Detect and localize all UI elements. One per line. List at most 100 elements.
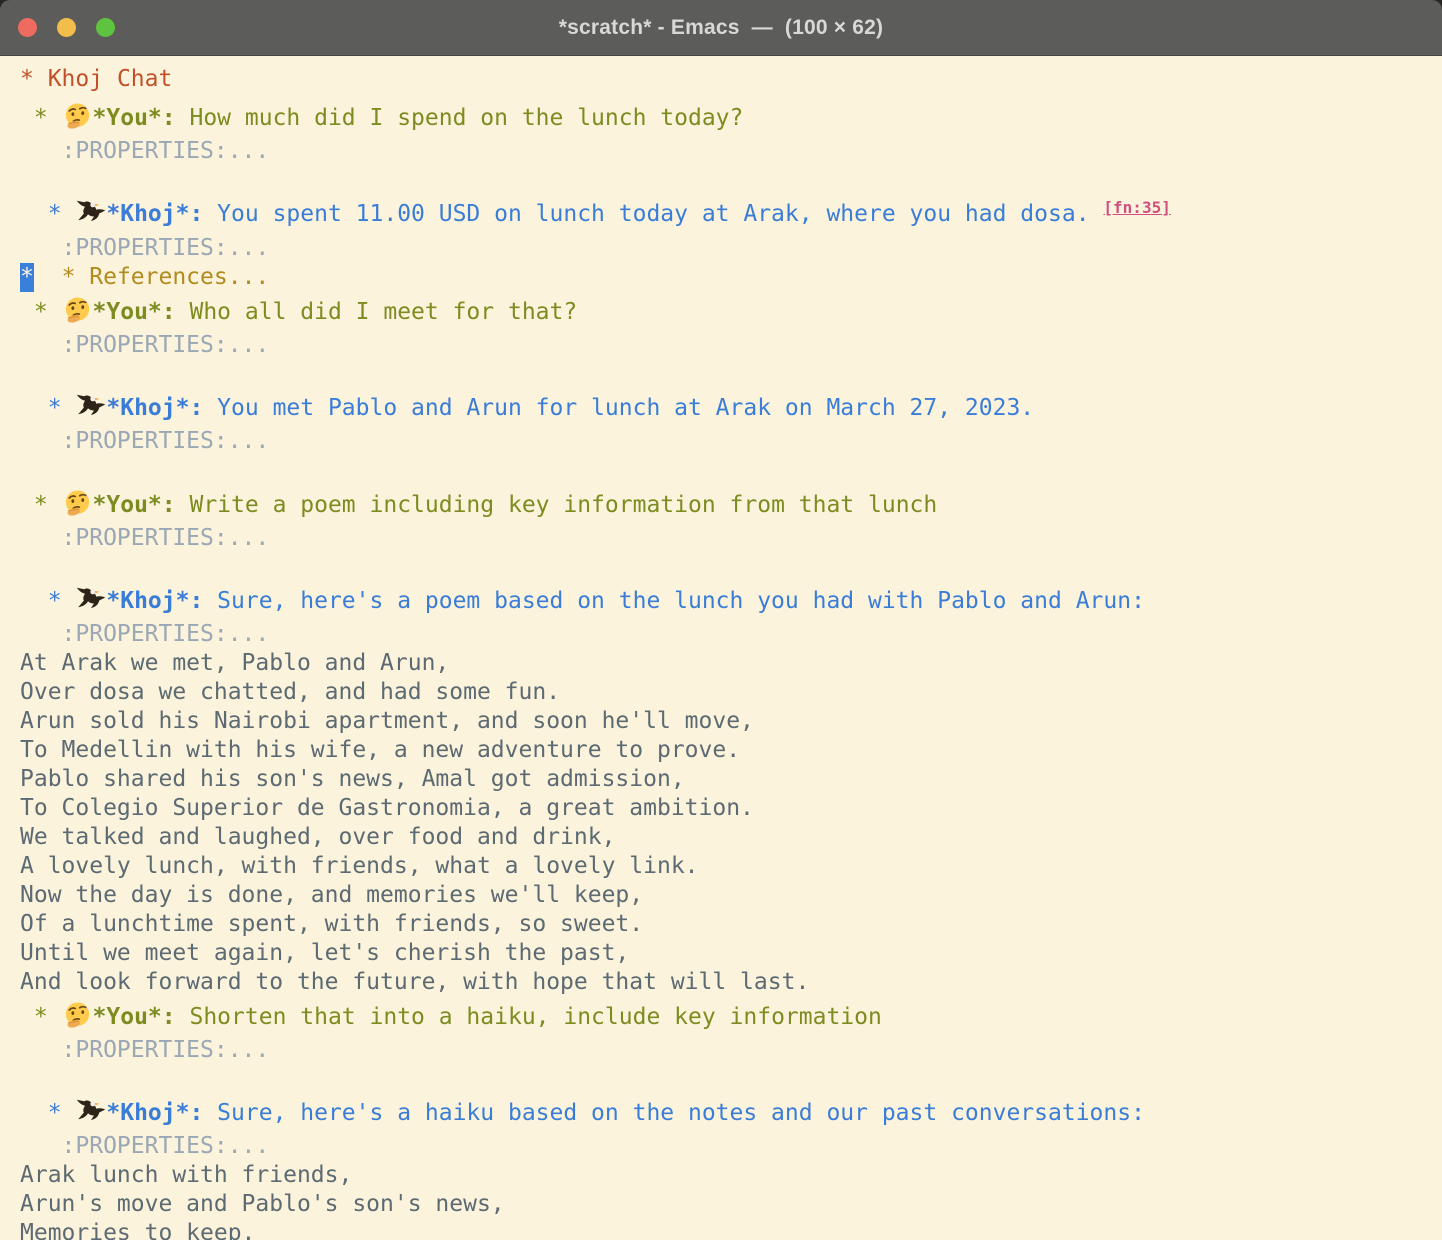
fold-star[interactable]: * <box>20 66 48 92</box>
message-text: How much did I spend on the lunch today? <box>176 105 744 131</box>
poem-text: Over dosa we chatted, and had some fun. <box>20 679 560 705</box>
poem-line: Over dosa we chatted, and had some fun. <box>20 678 1442 707</box>
poem-line: Of a lunchtime spent, with friends, so s… <box>20 910 1442 939</box>
blank-line <box>20 553 1442 582</box>
window-titlebar[interactable]: *scratch* - Emacs — (100 × 62) <box>0 0 1442 56</box>
speaker-label: *You*: <box>93 1004 176 1030</box>
speaker-label: *You*: <box>93 299 176 325</box>
haiku-line: Arak lunch with friends, <box>20 1161 1442 1190</box>
drawer-label[interactable]: :PROPERTIES:... <box>20 235 269 261</box>
poem-line: Now the day is done, and memories we'll … <box>20 881 1442 910</box>
drawer-label[interactable]: :PROPERTIES:... <box>20 525 269 551</box>
poem-text: Arun sold his Nairobi apartment, and soo… <box>20 708 754 734</box>
poem-text: To Medellin with his wife, a new adventu… <box>20 737 740 763</box>
message-text: Sure, here's a haiku based on the notes … <box>203 1100 1145 1126</box>
buffer[interactable]: * Khoj Chat * *You*: How much did I spen… <box>0 56 1442 1240</box>
blank-line <box>20 1065 1442 1094</box>
poem-text: Until we meet again, let's cherish the p… <box>20 940 629 966</box>
chat-message-khoj: * *Khoj*: Sure, here's a haiku based on … <box>20 1094 1442 1132</box>
message-text: You spent 11.00 USD on lunch today at Ar… <box>203 201 1089 227</box>
cursor-block: * <box>20 263 34 292</box>
speaker-label: *Khoj*: <box>106 1100 203 1126</box>
drawer-label[interactable]: :PROPERTIES:... <box>20 621 269 647</box>
poem-text: We talked and laughed, over food and dri… <box>20 824 615 850</box>
text-segment <box>20 1066 34 1092</box>
speaker-label: *Khoj*: <box>106 395 203 421</box>
fold-star[interactable]: * <box>20 201 75 227</box>
drawer-label[interactable]: :PROPERTIES:... <box>20 1037 269 1063</box>
speaker-label: *Khoj*: <box>106 588 203 614</box>
chat-message-you: * *You*: Write a poem including key info… <box>20 485 1442 524</box>
thinking-face-emoji <box>62 1001 93 1032</box>
properties-drawer: :PROPERTIES:... <box>20 524 1442 553</box>
speaker-label: *You*: <box>93 105 176 131</box>
poem-line: To Colegio Superior de Gastronomia, a gr… <box>20 794 1442 823</box>
blank-line <box>20 166 1442 195</box>
haiku-text: Arak lunch with friends, <box>20 1162 352 1188</box>
poem-text: To Colegio Superior de Gastronomia, a gr… <box>20 795 754 821</box>
fold-star[interactable]: * <box>20 1004 62 1030</box>
drawer-label[interactable]: :PROPERTIES:... <box>20 428 269 454</box>
poem-line: Until we meet again, let's cherish the p… <box>20 939 1442 968</box>
message-text: Sure, here's a poem based on the lunch y… <box>203 588 1145 614</box>
traffic-light-buttons <box>0 0 115 55</box>
blank-line <box>20 456 1442 485</box>
properties-drawer: :PROPERTIES:... <box>20 331 1442 360</box>
eagle-emoji <box>75 586 106 616</box>
chat-message-khoj: * *Khoj*: You spent 11.00 USD on lunch t… <box>20 195 1442 234</box>
chat-message-you: * *You*: How much did I spend on the lun… <box>20 98 1442 137</box>
poem-line: Pablo shared his son's news, Amal got ad… <box>20 765 1442 794</box>
fold-star[interactable]: * <box>20 299 62 325</box>
text-segment <box>20 554 34 580</box>
poem-text: Pablo shared his son's news, Amal got ad… <box>20 766 685 792</box>
properties-drawer: :PROPERTIES:... <box>20 620 1442 649</box>
properties-drawer: :PROPERTIES:... <box>20 1036 1442 1065</box>
drawer-label[interactable]: :PROPERTIES:... <box>20 1133 269 1159</box>
fold-star[interactable]: * <box>20 395 75 421</box>
text-segment <box>20 457 34 483</box>
poem-line: And look forward to the future, with hop… <box>20 968 1442 997</box>
message-text: Write a poem including key information f… <box>176 492 938 518</box>
poem-text: And look forward to the future, with hop… <box>20 969 809 995</box>
thinking-face-emoji <box>62 102 93 133</box>
zoom-button[interactable] <box>96 18 115 37</box>
properties-drawer: :PROPERTIES:... <box>20 234 1442 263</box>
blank-line <box>20 360 1442 389</box>
references-label[interactable]: * References... <box>62 264 270 290</box>
poem-text: Of a lunchtime spent, with friends, so s… <box>20 911 643 937</box>
speaker-label: *Khoj*: <box>106 201 203 227</box>
emacs-window: *scratch* - Emacs — (100 × 62) * Khoj Ch… <box>0 0 1442 1240</box>
drawer-label[interactable]: :PROPERTIES:... <box>20 332 269 358</box>
eagle-emoji <box>75 393 106 423</box>
chat-message-khoj: * *Khoj*: Sure, here's a poem based on t… <box>20 582 1442 620</box>
thinking-face-emoji <box>62 296 93 327</box>
text-segment <box>34 264 62 290</box>
window-title: *scratch* - Emacs — (100 × 62) <box>559 16 884 40</box>
fold-star[interactable]: * <box>20 588 75 614</box>
minimize-button[interactable] <box>57 18 76 37</box>
references-heading: * * References... <box>20 263 1442 292</box>
poem-text: Now the day is done, and memories we'll … <box>20 882 643 908</box>
properties-drawer: :PROPERTIES:... <box>20 1132 1442 1161</box>
message-text: Who all did I meet for that? <box>176 299 578 325</box>
close-button[interactable] <box>18 18 37 37</box>
poem-text: A lovely lunch, with friends, what a lov… <box>20 853 699 879</box>
text-segment <box>20 361 34 387</box>
poem-line: A lovely lunch, with friends, what a lov… <box>20 852 1442 881</box>
fold-star[interactable]: * <box>20 492 62 518</box>
footnote-link[interactable]: [fn:35] <box>1103 198 1170 217</box>
eagle-emoji <box>75 199 106 229</box>
haiku-line: Arun's move and Pablo's son's news, <box>20 1190 1442 1219</box>
fold-star[interactable]: * <box>20 105 62 131</box>
chat-message-khoj: * *Khoj*: You met Pablo and Arun for lun… <box>20 389 1442 427</box>
heading-title: Khoj Chat <box>48 66 173 92</box>
eagle-emoji <box>75 1098 106 1128</box>
chat-message-you: * *You*: Shorten that into a haiku, incl… <box>20 997 1442 1036</box>
properties-drawer: :PROPERTIES:... <box>20 427 1442 456</box>
poem-line: At Arak we met, Pablo and Arun, <box>20 649 1442 678</box>
poem-text: At Arak we met, Pablo and Arun, <box>20 650 449 676</box>
drawer-label[interactable]: :PROPERTIES:... <box>20 138 269 164</box>
fold-star[interactable]: * <box>20 1100 75 1126</box>
haiku-text: Memories to keep. <box>20 1220 255 1240</box>
haiku-text: Arun's move and Pablo's son's news, <box>20 1191 505 1217</box>
